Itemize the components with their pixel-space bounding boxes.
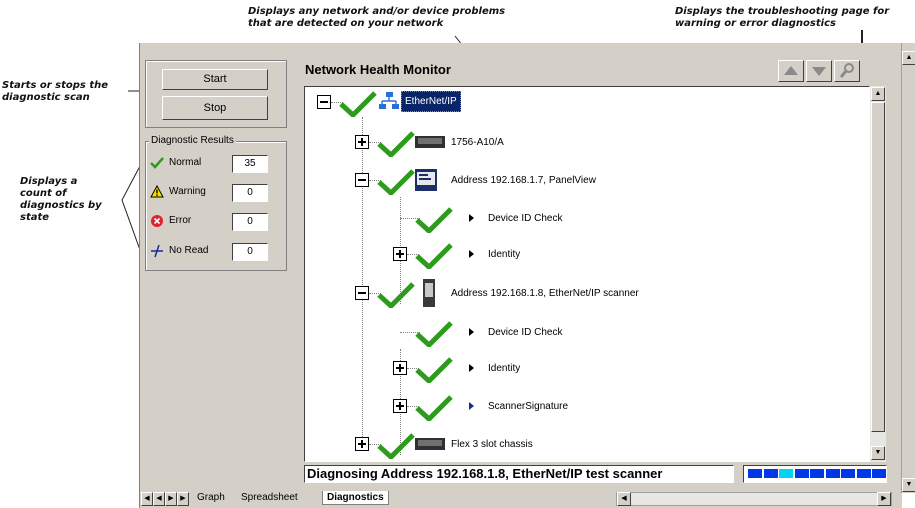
error-count: 0 <box>232 213 268 231</box>
progress-segment <box>794 469 809 478</box>
tree-node-root[interactable]: EtherNet/IP <box>401 91 461 112</box>
expand-scanner-signature[interactable] <box>393 399 407 413</box>
diagnostic-results-title: Diagnostic Results <box>149 135 236 146</box>
panelview-icon <box>415 169 437 191</box>
expand-identity-1[interactable] <box>393 247 407 261</box>
first-tab-button[interactable]: ◀ <box>141 492 153 506</box>
run-icon <box>469 328 474 336</box>
previous-problem-button[interactable] <box>778 60 804 82</box>
tab-graph[interactable]: Graph <box>197 492 225 503</box>
arrow-down-icon <box>812 67 826 76</box>
horizontal-scrollbar[interactable]: ◀ ▶ <box>616 492 892 506</box>
tree-node-identity-2[interactable]: Identity <box>488 363 520 374</box>
run-icon <box>469 402 474 410</box>
run-icon <box>469 364 474 372</box>
tree-scroll-thumb[interactable] <box>871 102 885 432</box>
window-scrollbar[interactable]: ▲ ▼ <box>901 43 915 493</box>
check-icon <box>339 91 377 117</box>
scanner-module-icon <box>423 279 435 307</box>
tree-node-scanner[interactable]: Address 192.168.1.8, EtherNet/IP scanner <box>451 288 639 299</box>
error-icon <box>151 215 163 227</box>
normal-count: 35 <box>232 155 268 173</box>
check-icon <box>415 207 453 233</box>
warning-icon <box>150 185 164 198</box>
tree-node-scanner-signature[interactable]: ScannerSignature <box>488 401 568 412</box>
tree-node-identity-1[interactable]: Identity <box>488 249 520 260</box>
network-icon <box>379 92 399 109</box>
app-window: Start Stop Diagnostic Results Normal 35 … <box>139 43 902 508</box>
progress-segment <box>779 469 793 478</box>
next-tab-button[interactable]: ▶ <box>165 492 177 506</box>
next-problem-button[interactable] <box>806 60 832 82</box>
warning-count: 0 <box>232 184 268 202</box>
arrow-up-icon <box>784 66 798 75</box>
tree-scroll-down[interactable]: ▼ <box>871 446 885 460</box>
monitor-title: Network Health Monitor <box>305 62 451 77</box>
stop-button[interactable]: Stop <box>162 96 268 120</box>
run-icon <box>469 250 474 258</box>
warning-label: Warning <box>169 186 206 197</box>
tree-node-device-id-2[interactable]: Device ID Check <box>488 327 562 338</box>
chassis-icon <box>415 438 445 450</box>
last-tab-button[interactable]: ▶ <box>177 492 189 506</box>
tree-node-flex[interactable]: Flex 3 slot chassis <box>451 439 533 450</box>
progress-segment <box>856 469 871 478</box>
window-scroll-down[interactable]: ▼ <box>902 478 915 492</box>
scan-progress <box>743 465 887 483</box>
progress-segment <box>841 469 855 478</box>
check-icon <box>377 131 415 157</box>
troubleshoot-button[interactable] <box>834 60 860 82</box>
progress-segment <box>763 469 778 478</box>
tree-node-device-id-1[interactable]: Device ID Check <box>488 213 562 224</box>
scroll-right[interactable]: ▶ <box>877 492 891 506</box>
no-read-icon <box>151 244 163 258</box>
tab-spreadsheet[interactable]: Spreadsheet <box>241 492 298 503</box>
network-tree[interactable]: EtherNet/IP 1756-A10/A Address 192.168.1… <box>304 86 870 462</box>
check-icon <box>415 243 453 269</box>
progress-segment <box>748 469 762 478</box>
collapse-scanner[interactable] <box>355 286 369 300</box>
check-icon <box>377 169 415 195</box>
expand-flex-chassis[interactable] <box>355 437 369 451</box>
no-read-count: 0 <box>232 243 268 261</box>
status-text: Diagnosing Address 192.168.1.8, EtherNet… <box>304 465 734 483</box>
tab-diagnostics[interactable]: Diagnostics <box>322 491 389 505</box>
check-icon <box>150 157 164 169</box>
error-label: Error <box>169 215 192 226</box>
progress-segment <box>825 469 840 478</box>
tree-scroll-up[interactable]: ▲ <box>871 87 885 101</box>
expand-identity-2[interactable] <box>393 361 407 375</box>
expand-1756-a10[interactable] <box>355 135 369 149</box>
scroll-left[interactable]: ◀ <box>617 492 631 506</box>
check-icon <box>415 395 453 421</box>
check-icon <box>377 433 415 459</box>
check-icon <box>415 357 453 383</box>
start-button[interactable]: Start <box>162 69 268 90</box>
wrench-icon <box>839 63 854 78</box>
tree-scrollbar[interactable]: ▲ ▼ <box>870 86 886 462</box>
no-read-label: No Read <box>169 245 209 256</box>
chassis-icon <box>415 136 445 148</box>
prev-tab-button[interactable]: ◀ <box>153 492 165 506</box>
collapse-root[interactable] <box>317 95 331 109</box>
window-scroll-up[interactable]: ▲ <box>902 51 915 65</box>
progress-segment <box>872 469 886 478</box>
run-icon <box>469 214 474 222</box>
check-icon <box>415 321 453 347</box>
tree-node-1756[interactable]: 1756-A10/A <box>451 137 504 148</box>
collapse-panelview[interactable] <box>355 173 369 187</box>
progress-segment <box>810 469 824 478</box>
check-icon <box>377 282 415 308</box>
normal-label: Normal <box>169 157 202 168</box>
tree-node-panelview[interactable]: Address 192.168.1.7, PanelView <box>451 175 596 186</box>
